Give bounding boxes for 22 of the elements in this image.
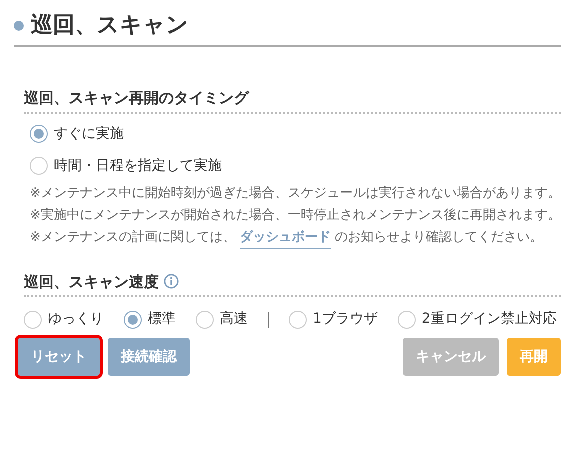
- note-text: ※メンテナンスの計画に関しては、 ダッシュボード のお知らせより確認してください。: [30, 226, 561, 248]
- radio-option[interactable]: 2重ログイン禁止対応: [398, 309, 557, 330]
- section-heading: 巡回、スキャン速度: [24, 272, 159, 292]
- radio-icon[interactable]: [196, 310, 214, 328]
- radio-option[interactable]: 時間・日程を指定して実施: [30, 156, 222, 176]
- info-icon[interactable]: [164, 274, 179, 290]
- radio-option[interactable]: 高速: [196, 309, 248, 330]
- radio-icon[interactable]: [398, 310, 416, 328]
- radio-icon[interactable]: [24, 310, 42, 328]
- title-bullet-icon: [14, 21, 24, 31]
- radio-icon[interactable]: [289, 310, 307, 328]
- radio-icon[interactable]: [30, 157, 48, 175]
- radio-option[interactable]: ゆっくり: [24, 309, 104, 330]
- section-heading: 巡回、スキャン再開のタイミング: [24, 88, 249, 109]
- note-text: ※実施中にメンテナンスが開始された場合、一時停止されメンテナンス後に再開されます。: [30, 206, 561, 224]
- note-text: ※メンテナンス中に開始時刻が過ぎた場合、スケジュールは実行されない場合があります。: [30, 184, 561, 202]
- radio-option[interactable]: 標準: [124, 309, 176, 330]
- radio-icon[interactable]: [124, 310, 142, 328]
- radio-option[interactable]: すぐに実施: [30, 124, 124, 144]
- page-title: 巡回、スキャン: [31, 12, 189, 40]
- radio-icon[interactable]: [30, 125, 48, 143]
- radio-option[interactable]: 1ブラウザ: [289, 309, 378, 330]
